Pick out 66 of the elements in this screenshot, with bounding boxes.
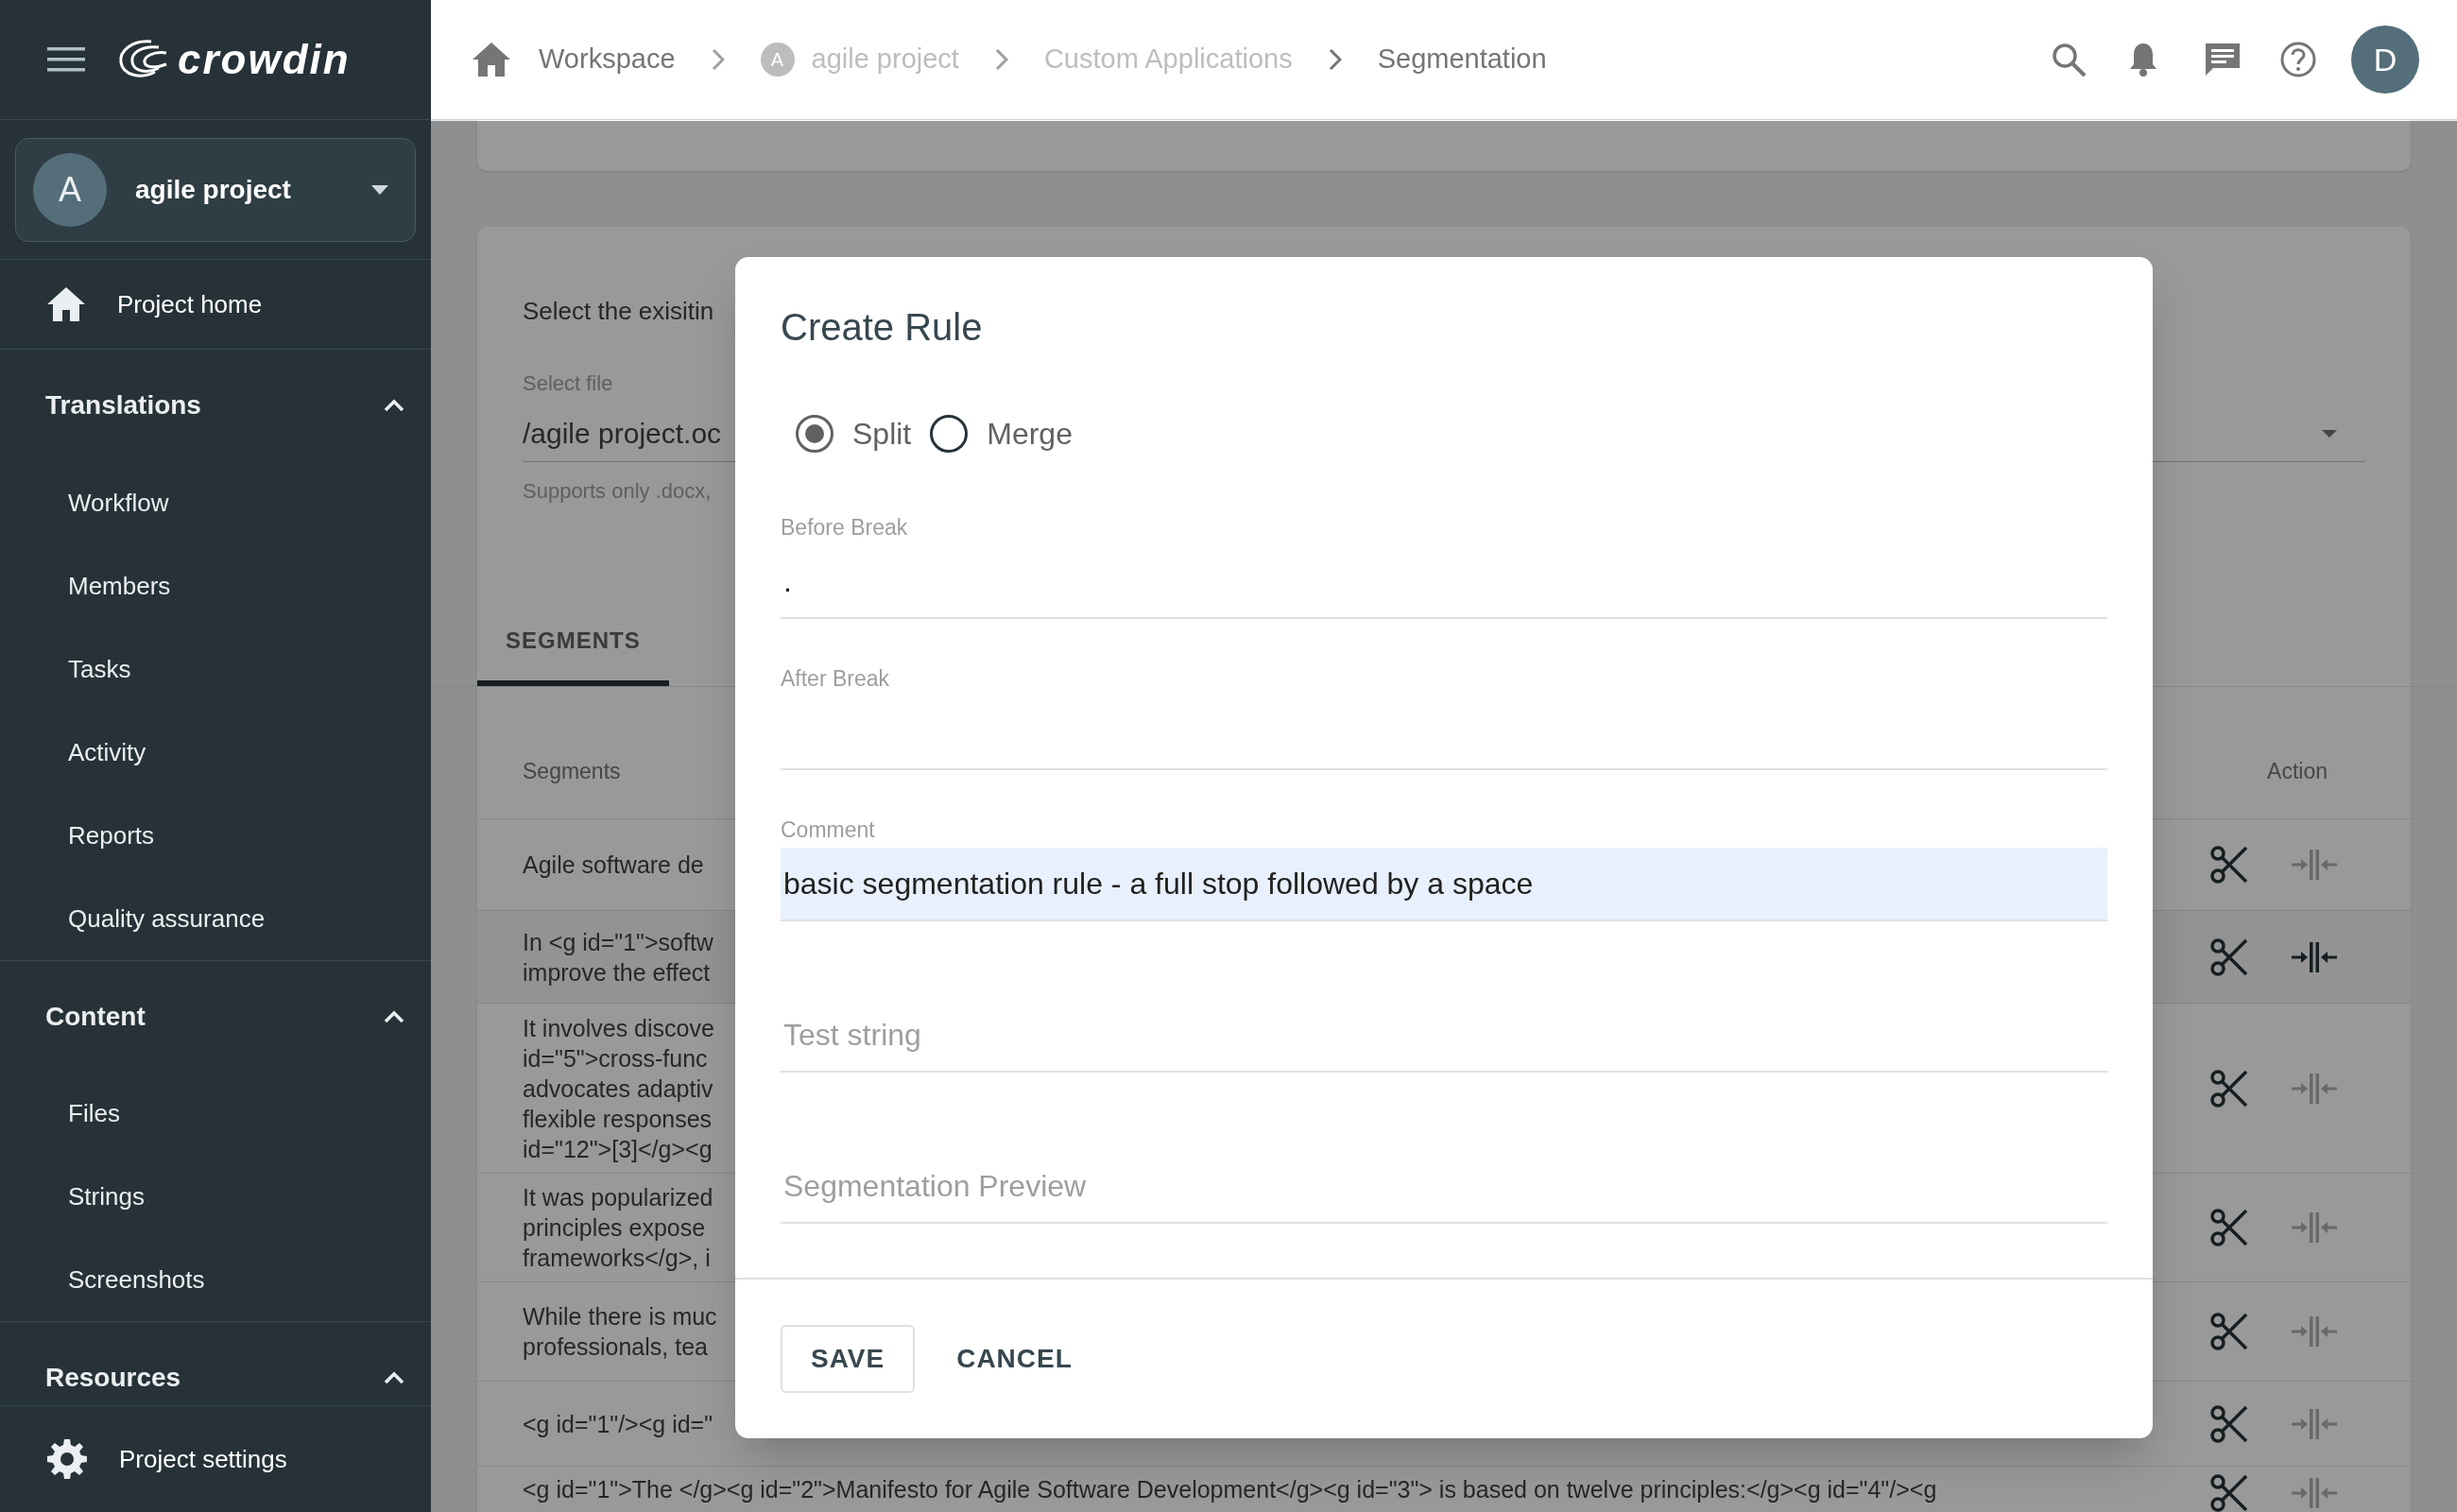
radio-label: Split [852,416,912,453]
project-name: agile project [135,173,292,206]
radio-button[interactable] [796,415,833,453]
field-label: Select file [523,370,614,397]
dialog-title: Create Rule [781,305,984,350]
section-header[interactable]: Translations [0,350,431,461]
logo-text: crowdin [178,35,351,84]
sidebar-item[interactable]: Reports [0,794,431,877]
tab[interactable]: SEGMENTS [477,601,669,686]
radio-button[interactable] [930,415,969,453]
sidebar-item[interactable]: Activity [0,711,431,794]
scissors-icon[interactable] [2210,1474,2248,1512]
input-field[interactable]: Test string [781,999,2107,1073]
scissors-icon[interactable] [2210,1209,2248,1246]
scissors-icon[interactable] [2210,846,2248,884]
chevron-right-icon [994,48,1008,71]
hint-text: Supports only .docx, [523,478,712,505]
field-label: Before Break [781,513,909,541]
project-avatar: A [33,152,107,227]
column-header: Action [2267,758,2328,786]
chevron-right-icon [1328,48,1342,71]
sidebar-item[interactable]: Tasks [0,627,431,711]
input-field[interactable]: . [781,545,2107,619]
segment-text: <g id="1">The </g><g id="2">Manifesto for Agile Software Development</g><g id="3"> is based on twelve principles:</g><g id="4"/><g [523,1475,1937,1504]
scissors-icon[interactable] [2210,937,2248,976]
dialog-button[interactable]: CANCEL [928,1325,1101,1393]
sidebar-item[interactable]: Quality assurance [0,877,431,960]
scissors-icon[interactable] [2210,1069,2248,1108]
user-avatar[interactable]: D [2351,26,2419,94]
chevron-right-icon [711,48,725,71]
input-field[interactable]: basic segmentation rule - a full stop followed by a space [781,848,2107,921]
home-icon[interactable] [472,43,510,77]
input-field[interactable]: Segmentation Preview [781,1150,2107,1224]
segment-text: In <g id="1">softw improve the effect [523,927,713,988]
project-selector[interactable]: A agile project [15,137,416,242]
column-header: Segments [523,758,621,786]
scissors-icon[interactable] [2210,1313,2248,1350]
dialog-button[interactable]: SAVE [781,1325,916,1393]
settings-icon [47,1439,87,1479]
caret-icon [2322,429,2337,438]
segment-text: It involves discove id="5">cross-func advocates adaptiv flexible responses id="12">[3]</g><g [523,1013,714,1164]
sidebar-item[interactable]: Project home [0,260,431,350]
segment-text: While there is muc professionals, tea [523,1302,717,1362]
segment-text: Agile software de [523,850,704,880]
radio-label: Merge [987,416,1073,453]
menu-icon[interactable] [47,45,85,74]
sidebar-item[interactable]: Workflow [0,461,431,544]
bell-icon[interactable] [2128,42,2158,77]
field-label: Comment [781,816,876,844]
sidebar-item[interactable]: Screenshots [0,1238,431,1321]
search-icon[interactable] [2051,42,2087,77]
project-avatar: A [760,43,795,77]
field-label: After Break [781,664,891,693]
caret-icon [371,184,388,195]
segment-text: It was popularized principles expose frameworks</g>, i [523,1183,713,1273]
home-icon [47,287,85,321]
chat-icon[interactable] [2204,42,2242,77]
help-icon[interactable] [2279,41,2317,78]
breadcrumb-link[interactable]: Segmentation [1377,39,1547,80]
scissors-icon[interactable] [2210,1404,2248,1443]
sidebar-item[interactable]: Files [0,1072,431,1155]
segment-text: <g id="1"/><g id=" [523,1409,713,1439]
sidebar-item[interactable]: Members [0,544,431,627]
instruction-text: Select the exisitin [523,296,714,327]
breadcrumb-link[interactable]: Workspace [539,39,676,80]
sidebar-item[interactable]: Strings [0,1155,431,1238]
